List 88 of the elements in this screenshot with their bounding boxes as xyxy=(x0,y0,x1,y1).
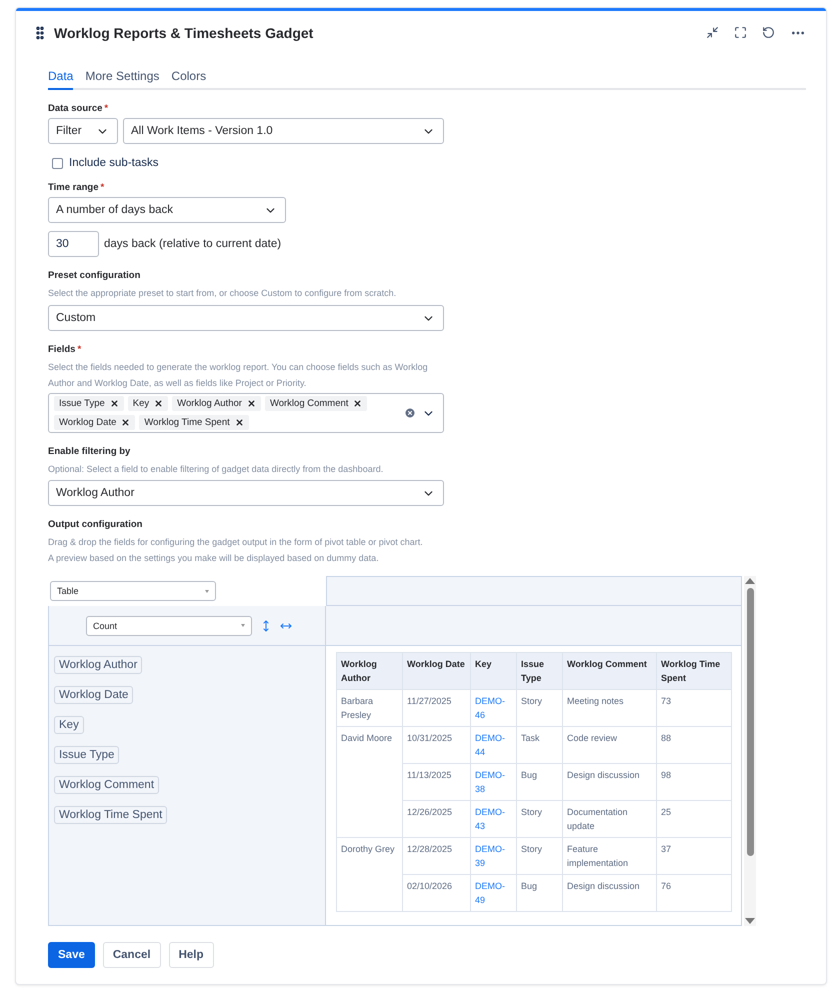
table-cell: David Moore xyxy=(336,726,402,838)
days-suffix: days back (relative to current date) xyxy=(104,238,282,250)
gadget-title: Worklog Reports & Timesheets Gadget xyxy=(54,24,314,40)
table-cell: 76 xyxy=(656,874,732,912)
table-cell: Design discussion xyxy=(562,764,656,800)
field-tag: Worklog Date xyxy=(54,415,136,430)
table-cell: 11/13/2025 xyxy=(402,764,470,800)
remove-icon[interactable] xyxy=(121,418,130,427)
source-type-select[interactable]: Filter xyxy=(48,118,118,144)
table-cell: Feature implementation xyxy=(562,838,656,874)
field-tag: Key xyxy=(128,396,168,411)
hint-text: Drag & drop the fields for configuring the gadget output in the form of pivot table or pivot chart. xyxy=(48,536,424,549)
minimize-icon[interactable] xyxy=(706,26,719,39)
table-cell: Bug xyxy=(516,764,562,800)
table-cell: Barbara Presley xyxy=(336,690,402,726)
table-cell: 12/26/2025 xyxy=(402,800,470,838)
table-cell: Story xyxy=(516,690,562,726)
table-cell: 10/31/2025 xyxy=(402,726,470,764)
data-source-select[interactable]: All Work Items - Version 1.0 xyxy=(123,118,444,144)
field-label: Enable filtering by xyxy=(48,446,130,457)
table-cell: Dorothy Grey xyxy=(336,838,402,912)
field-chip[interactable]: Worklog Date xyxy=(54,686,134,704)
remove-icon[interactable] xyxy=(154,399,164,408)
primary-button[interactable]: Save xyxy=(48,942,95,968)
field-tag: Worklog Author xyxy=(172,396,261,411)
tab[interactable]: More Settings xyxy=(85,65,160,90)
table-cell: 02/10/2026 xyxy=(402,874,470,912)
field-chip[interactable]: Worklog Author xyxy=(54,656,142,674)
field-label: Preset configuration xyxy=(48,270,140,281)
field-label: Data source xyxy=(48,103,102,114)
include-subtasks-checkbox[interactable]: Include sub-tasks xyxy=(52,157,806,169)
tab[interactable]: Colors xyxy=(171,65,206,90)
secondary-button[interactable]: Help xyxy=(168,942,214,968)
secondary-button[interactable]: Cancel xyxy=(102,942,161,968)
preset-select[interactable]: Custom xyxy=(48,305,444,331)
field-chip[interactable]: Key xyxy=(54,716,84,734)
time-range-select[interactable]: A number of days back xyxy=(48,197,286,223)
table-cell: Documentation update xyxy=(562,800,656,838)
field-chip[interactable]: Issue Type xyxy=(54,746,120,764)
scrollbar[interactable] xyxy=(744,576,756,926)
table-cell: Task xyxy=(516,726,562,764)
column-header: Worklog Date xyxy=(402,652,470,690)
field-label: Time range xyxy=(48,182,99,193)
field-label: Output configuration xyxy=(48,519,144,530)
table-cell: 98 xyxy=(656,764,732,800)
required-mark: * xyxy=(104,103,108,114)
days-input[interactable]: 30 xyxy=(48,231,99,257)
table-cell: 11/27/2025 xyxy=(402,690,470,726)
column-header: Worklog Time Spent xyxy=(656,652,732,690)
table-cell: 12/28/2025 xyxy=(402,838,470,874)
field-tag: Worklog Comment xyxy=(264,396,368,411)
required-mark: * xyxy=(77,344,82,355)
remove-icon[interactable] xyxy=(353,399,362,408)
column-header: Worklog Comment xyxy=(562,652,656,690)
table-cell: 37 xyxy=(656,838,732,874)
required-mark: * xyxy=(100,182,104,193)
remove-icon[interactable] xyxy=(234,418,244,427)
hint-text: Select the appropriate preset to start from, or choose Custom to configure from scratch. xyxy=(48,287,398,300)
table-cell: Code review xyxy=(562,726,656,764)
clear-icon[interactable] xyxy=(404,407,416,419)
table-cell: Design discussion xyxy=(562,874,656,912)
remove-icon[interactable] xyxy=(110,399,119,408)
hint-text: A preview based on the settings you make will be displayed based on dummy data. xyxy=(48,552,380,565)
table-cell: Story xyxy=(516,838,562,874)
column-header: Key xyxy=(470,652,516,690)
table-cell: 73 xyxy=(656,690,732,726)
field-tag: Issue Type xyxy=(54,396,124,411)
field-tag: Worklog Time Spent xyxy=(139,415,249,430)
table-cell: Meeting notes xyxy=(562,690,656,726)
field-chip[interactable]: Worklog Comment xyxy=(54,776,160,794)
table-cell: Bug xyxy=(516,874,562,912)
table-cell: 25 xyxy=(656,800,732,838)
fullscreen-icon[interactable] xyxy=(734,26,747,39)
filter-by-select[interactable]: Worklog Author xyxy=(48,480,444,506)
tab[interactable]: Data xyxy=(48,65,74,90)
field-chip[interactable]: Worklog Time Spent xyxy=(54,806,168,824)
remove-icon[interactable] xyxy=(246,399,256,408)
renderer-select[interactable]: Table xyxy=(50,581,216,601)
column-header: Issue Type xyxy=(516,652,562,690)
hint-text: Select the fields needed to generate the worklog report. You can choose fields such as Worklog Author and Worklog Date, as well as fields like Project or Priority. xyxy=(48,361,429,390)
aggregator-select[interactable]: Count xyxy=(86,616,252,636)
field-label: Fields xyxy=(48,344,76,355)
fields-multiselect[interactable]: Issue Type Key Worklog Author Worklog Comment Worklog Date Worklog Time Spent xyxy=(48,393,444,433)
hint-text: Optional: Select a field to enable filtering of gadget data directly from the dashboard. xyxy=(48,463,384,476)
table-cell: Story xyxy=(516,800,562,838)
table-cell: 88 xyxy=(656,726,732,764)
refresh-icon[interactable] xyxy=(762,26,775,39)
column-header: Worklog Author xyxy=(336,652,402,690)
